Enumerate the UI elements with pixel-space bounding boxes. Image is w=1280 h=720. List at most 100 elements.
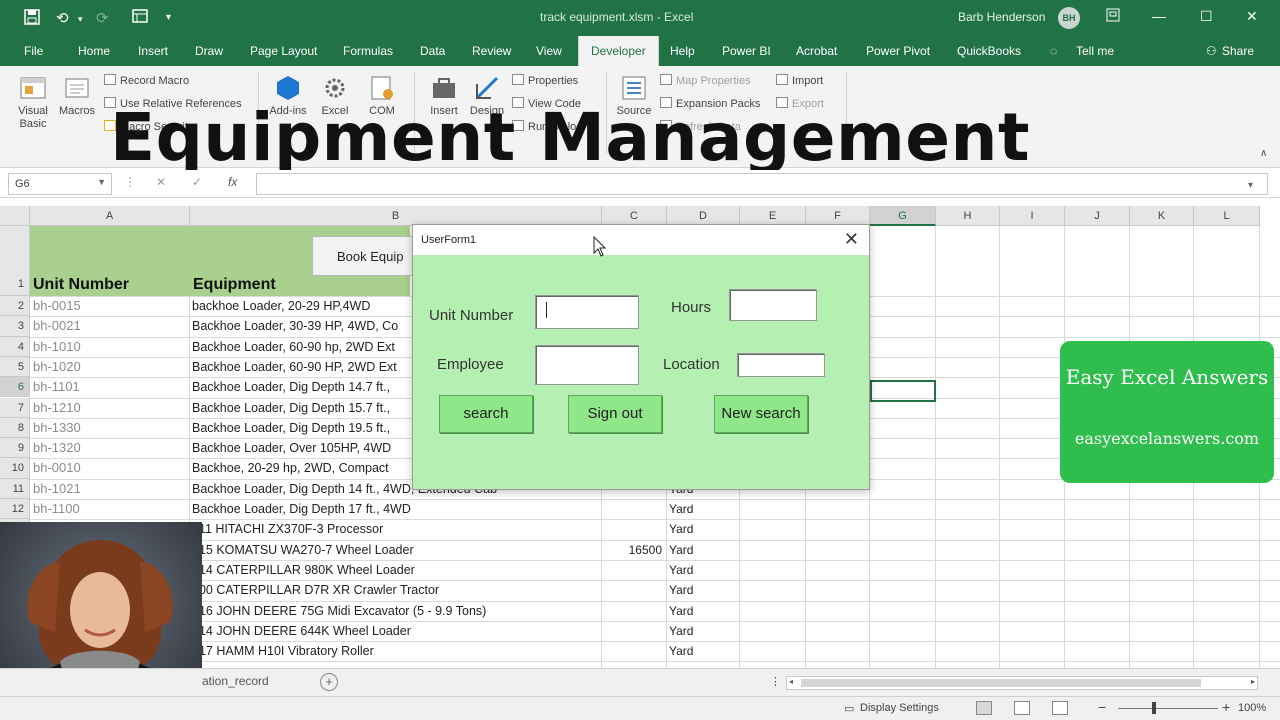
expand-formula-icon[interactable]: ▾: [1248, 180, 1253, 191]
column-header-j[interactable]: J: [1065, 206, 1130, 226]
userform-title-bar[interactable]: UserForm1 ✕: [413, 225, 869, 255]
tab-power-pivot[interactable]: Power Pivot: [866, 44, 930, 58]
maximize-icon[interactable]: ☐: [1200, 8, 1213, 25]
cancel-icon[interactable]: ✕: [156, 175, 166, 189]
equipment-cell[interactable]: Backhoe Loader, 60-90 hp, 2WD Ext: [192, 337, 395, 357]
form-icon[interactable]: [132, 9, 148, 27]
location-cell[interactable]: Yard: [669, 580, 693, 600]
tell-me-search[interactable]: Tell me: [1076, 44, 1114, 58]
macros-button[interactable]: Macros: [56, 74, 98, 118]
unit-number-cell[interactable]: bh-1101: [33, 377, 80, 397]
equipment-cell[interactable]: 014 JOHN DEERE 644K Wheel Loader: [192, 621, 411, 641]
add-sheet-button[interactable]: +: [320, 673, 338, 691]
equipment-cell[interactable]: backhoe Loader, 20-29 HP,4WD: [192, 296, 370, 316]
equipment-cell[interactable]: Backhoe Loader, Dig Depth 19.5 ft.,: [192, 418, 390, 438]
tab-developer[interactable]: Developer: [578, 36, 659, 66]
unit-number-field[interactable]: [535, 295, 639, 329]
undo-icon[interactable]: ⟲: [56, 9, 69, 27]
share-button[interactable]: Share: [1222, 44, 1254, 58]
tab-draw[interactable]: Draw: [195, 44, 223, 58]
equipment-cell[interactable]: 016 JOHN DEERE 75G Midi Excavator (5 - 9…: [192, 601, 486, 621]
tab-quickbooks[interactable]: QuickBooks: [957, 44, 1021, 58]
search-button[interactable]: search: [439, 395, 533, 433]
avatar[interactable]: BH: [1058, 7, 1080, 29]
equipment-cell[interactable]: Backhoe Loader, Dig Depth 15.7 ft.,: [192, 398, 390, 418]
scroll-thumb[interactable]: [801, 679, 1201, 687]
userform-close-icon[interactable]: ✕: [844, 229, 859, 250]
unit-number-cell[interactable]: bh-1320: [33, 438, 81, 458]
close-icon[interactable]: ✕: [1246, 8, 1258, 25]
tab-home[interactable]: Home: [78, 44, 110, 58]
row-header[interactable]: 6: [0, 377, 30, 398]
hours-cell[interactable]: 16500: [604, 540, 662, 560]
location-cell[interactable]: Yard: [669, 499, 693, 519]
row-header[interactable]: 9: [0, 438, 30, 459]
page-break-view-icon[interactable]: [1052, 701, 1068, 715]
record-macro-button[interactable]: Record Macro: [104, 74, 189, 87]
unit-number-cell[interactable]: bh-1010: [33, 337, 81, 357]
select-all-corner[interactable]: [0, 206, 30, 226]
equipment-cell[interactable]: 000 CATERPILLAR D7R XR Crawler Tractor: [192, 580, 439, 600]
tab-page-layout[interactable]: Page Layout: [250, 44, 317, 58]
equipment-cell[interactable]: 017 HAMM H10I Vibratory Roller: [192, 641, 374, 661]
unit-number-cell[interactable]: bh-0015: [33, 296, 81, 316]
employee-field[interactable]: [535, 345, 639, 385]
import-button[interactable]: Import: [776, 74, 823, 87]
equipment-cell[interactable]: Backhoe Loader, Over 105HP, 4WD: [192, 438, 391, 458]
row-header[interactable]: 12: [0, 499, 30, 520]
name-box[interactable]: G6 ▼: [8, 173, 112, 195]
sign-out-button[interactable]: Sign out: [568, 395, 662, 433]
enter-icon[interactable]: ✓: [192, 175, 202, 189]
undo-dropdown-icon[interactable]: ▾: [78, 14, 83, 25]
location-cell[interactable]: Yard: [669, 601, 693, 621]
column-header-h[interactable]: H: [936, 206, 1000, 226]
tab-data[interactable]: Data: [420, 44, 445, 58]
unit-number-cell[interactable]: bh-1330: [33, 418, 81, 438]
column-header-c[interactable]: C: [602, 206, 667, 226]
equipment-cell[interactable]: Backhoe Loader, 30-39 HP, 4WD, Co: [192, 316, 398, 336]
unit-number-cell[interactable]: bh-0010: [33, 458, 81, 478]
row-header[interactable]: 11: [0, 478, 30, 499]
row-header[interactable]: 8: [0, 417, 30, 439]
column-header-a[interactable]: A: [30, 206, 190, 226]
row-header[interactable]: 4: [0, 336, 30, 357]
column-header-g[interactable]: G: [870, 206, 936, 226]
unit-number-cell[interactable]: bh-1210: [33, 398, 81, 418]
tab-help[interactable]: Help: [670, 44, 695, 58]
display-settings-button[interactable]: Display Settings: [860, 702, 939, 714]
column-header-k[interactable]: K: [1130, 206, 1194, 226]
insert-function-icon[interactable]: fx: [228, 175, 237, 189]
location-cell[interactable]: Yard: [669, 621, 693, 641]
minimize-icon[interactable]: —: [1152, 8, 1166, 24]
column-header-i[interactable]: I: [1000, 206, 1065, 226]
tab-file[interactable]: File: [24, 44, 43, 58]
tab-review[interactable]: Review: [472, 44, 511, 58]
zoom-level[interactable]: 100%: [1238, 702, 1266, 714]
tab-insert[interactable]: Insert: [138, 44, 168, 58]
horizontal-scrollbar[interactable]: ◂ ▸: [786, 676, 1258, 690]
active-cell-g6[interactable]: [870, 380, 936, 402]
tab-acrobat[interactable]: Acrobat: [796, 44, 837, 58]
visual-basic-button[interactable]: Visual Basic: [14, 74, 52, 131]
equipment-cell[interactable]: Backhoe Loader, 60-90 HP, 2WD Ext: [192, 357, 397, 377]
normal-view-icon[interactable]: [976, 701, 992, 715]
column-header-e[interactable]: E: [740, 206, 806, 226]
scroll-right-icon[interactable]: ▸: [1251, 677, 1255, 686]
row-header[interactable]: 7: [0, 397, 30, 418]
row-header[interactable]: 10: [0, 458, 30, 479]
tab-view[interactable]: View: [536, 44, 562, 58]
zoom-out-button[interactable]: −: [1098, 699, 1106, 715]
equipment-cell[interactable]: Backhoe, 20-29 hp, 2WD, Compact: [192, 458, 389, 478]
column-header-l[interactable]: L: [1194, 206, 1260, 226]
location-cell[interactable]: Yard: [669, 519, 693, 539]
row-header[interactable]: 3: [0, 316, 30, 337]
column-header-b[interactable]: B: [190, 206, 602, 226]
location-field[interactable]: [737, 353, 825, 377]
page-layout-view-icon[interactable]: [1014, 701, 1030, 715]
row-header-1[interactable]: 1: [0, 226, 30, 296]
tab-power-bi[interactable]: Power BI: [722, 44, 771, 58]
new-search-button[interactable]: New search: [714, 395, 808, 433]
row-header[interactable]: 2: [0, 296, 30, 317]
column-header-d[interactable]: D: [667, 206, 740, 226]
zoom-slider-track[interactable]: [1118, 708, 1218, 709]
